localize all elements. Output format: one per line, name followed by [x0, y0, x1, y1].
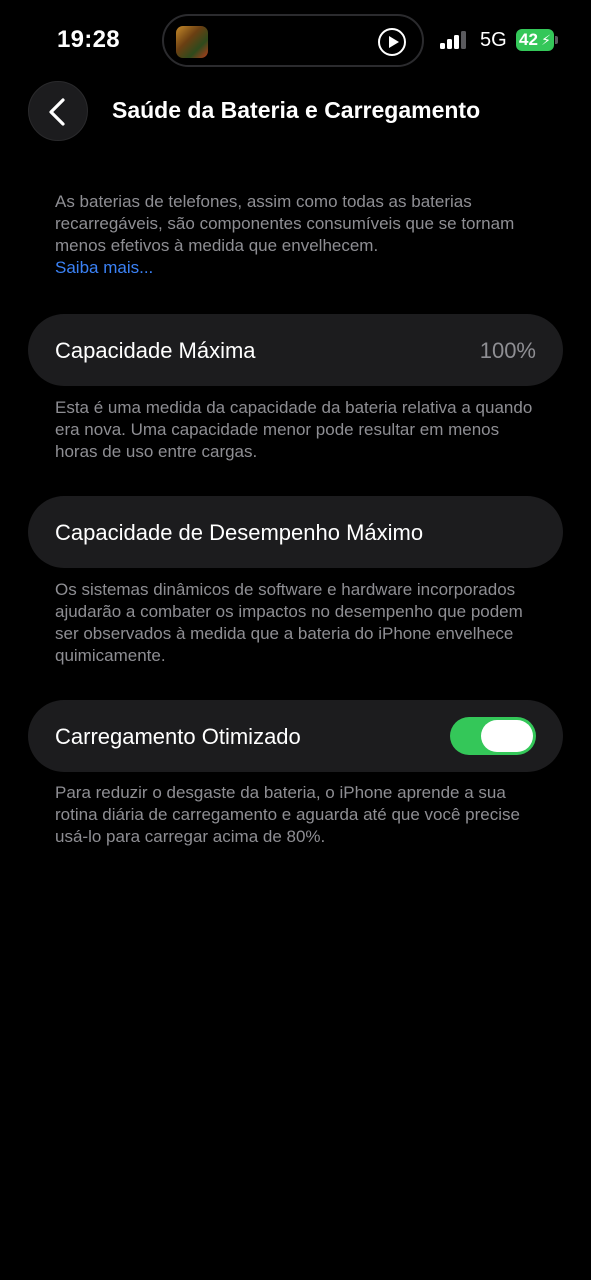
max-capacity-description: Esta é uma medida da capacidade da bater… [55, 398, 533, 461]
optimized-charging-toggle[interactable] [450, 717, 536, 755]
peak-performance-cell[interactable]: Capacidade de Desempenho Máximo [28, 496, 563, 568]
chevron-left-icon [49, 98, 65, 126]
battery-level: 42 [519, 30, 538, 49]
peak-performance-description: Os sistemas dinâmicos de software e hard… [55, 580, 523, 665]
status-time: 19:28 [57, 26, 120, 53]
network-type: 5G [480, 29, 507, 51]
battery-icon: 42 ⚡ [516, 29, 554, 51]
max-capacity-label: Capacidade Máxima [55, 338, 256, 363]
battery-cap [555, 36, 558, 44]
now-playing-artwork [176, 26, 208, 58]
peak-performance-label: Capacidade de Desempenho Máximo [55, 520, 424, 545]
max-capacity-value: 100% [479, 338, 536, 363]
play-icon[interactable] [378, 28, 406, 56]
intro-description: As baterias de telefones, assim como tod… [55, 191, 535, 279]
cellular-signal-icon [440, 31, 470, 49]
optimized-charging-description: Para reduzir o desgaste da bateria, o iP… [55, 783, 520, 846]
intro-text: As baterias de telefones, assim como tod… [55, 192, 515, 255]
back-button[interactable] [28, 81, 88, 141]
max-capacity-cell: Capacidade Máxima 100% [28, 314, 563, 386]
learn-more-link[interactable]: Saiba mais... [55, 257, 535, 279]
battery-health-screen: 19:28 5G 42 ⚡ Saúde da Bateria e Carrega… [0, 0, 591, 1280]
charging-bolt-icon: ⚡ [541, 32, 551, 48]
status-bar: 19:28 5G 42 ⚡ [0, 0, 591, 80]
page-title: Saúde da Bateria e Carregamento [112, 97, 481, 123]
optimized-charging-label: Carregamento Otimizado [55, 724, 301, 749]
toggle-knob [481, 720, 533, 752]
optimized-charging-cell: Carregamento Otimizado [28, 700, 563, 772]
dynamic-island[interactable] [162, 14, 424, 67]
